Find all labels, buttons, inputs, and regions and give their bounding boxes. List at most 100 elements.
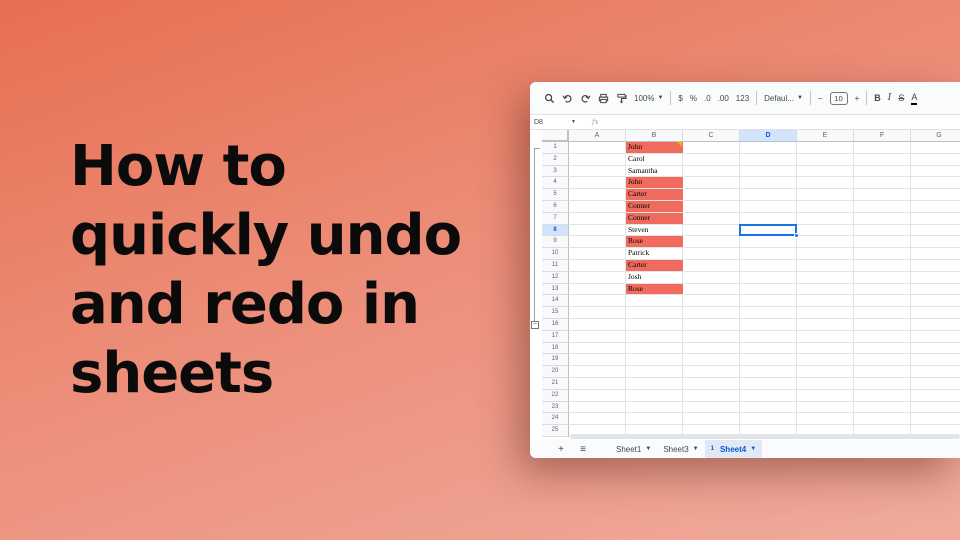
column-header-a[interactable]: A [569,130,626,142]
headline-line-3: and redo in [70,272,420,337]
row-header[interactable]: 9 [542,236,569,249]
strikethrough-button[interactable]: S [898,89,904,107]
row-header[interactable]: 23 [542,401,569,414]
font-size-increase-button[interactable]: + [855,89,860,107]
grid-line [569,306,960,308]
cell-b3[interactable]: Samantha [626,166,683,177]
grid-line [569,341,960,343]
cell-b12[interactable]: Josh [626,272,683,283]
row-header[interactable]: 4 [542,177,569,190]
cell-b8[interactable]: Steven [626,225,683,236]
row-header[interactable]: 13 [542,283,569,296]
row-header[interactable]: 25 [542,425,569,437]
row-header[interactable]: 17 [542,330,569,343]
grid-line [796,142,797,437]
grid-line [910,142,911,437]
column-header-e[interactable]: E [797,130,854,142]
collapse-group-button[interactable]: − [531,321,539,329]
redo-icon[interactable] [580,89,591,107]
cell-b6[interactable]: Conner [626,201,683,212]
cell-b13[interactable]: Rose [626,283,683,295]
increase-decimal-button[interactable]: .00 [718,89,729,107]
grid-line [569,377,960,378]
row-header[interactable]: 5 [542,189,569,201]
name-box[interactable]: D8 ▼ [530,119,582,126]
cell-b9[interactable]: Rose [626,236,683,248]
cell-b10[interactable]: Patrick [626,248,683,259]
sheet-badge: 1 [710,446,714,452]
toolbar-divider [756,91,758,105]
row-header[interactable]: 20 [542,366,569,378]
add-sheet-button[interactable]: + [550,444,572,455]
sheet-tab-sheet1[interactable]: Sheet1 ▼ [610,440,657,458]
grid-line [853,142,854,437]
cell-b1[interactable]: John [626,142,683,153]
italic-button[interactable]: I [888,89,892,107]
column-header-g[interactable]: G [911,130,960,142]
column-header-b[interactable]: B [626,130,683,142]
row-header[interactable]: 22 [542,389,569,402]
cell-b7[interactable]: Conner [626,212,683,224]
row-header[interactable]: 10 [542,248,569,260]
row-header[interactable]: 8 [542,224,569,237]
row-header[interactable]: 12 [542,271,569,284]
horizontal-scrollbar[interactable] [570,434,960,439]
column-header-f[interactable]: F [854,130,911,142]
all-sheets-menu-icon[interactable]: ≡ [572,444,594,455]
grid-line [569,400,960,402]
headline-line-1: How to [70,134,287,199]
row-header[interactable]: 2 [542,153,569,166]
fill-handle[interactable] [794,233,799,239]
more-formats-button[interactable]: 123 [736,89,749,107]
row-header[interactable]: 21 [542,378,569,390]
grid-line [739,142,740,437]
row-header[interactable]: 6 [542,201,569,213]
font-size-decrease-button[interactable]: − [818,89,823,107]
column-header-d[interactable]: D [740,130,797,142]
grid-line [569,388,960,390]
grid-line [569,318,960,319]
active-cell-selection[interactable] [739,223,797,237]
row-group-bracket [534,148,540,324]
column-header-c[interactable]: C [683,130,740,142]
row-header[interactable]: 1 [542,142,569,154]
toolbar-divider [670,91,672,105]
font-select[interactable]: Defaul... ▼ [764,89,803,107]
spreadsheet-screenshot: 100% ▼ $ % .0 .00 123 Defaul... ▼ − 10 + B… [530,82,960,458]
cell-b4[interactable]: John [626,177,683,189]
cell-b5[interactable]: Carter [626,189,683,200]
currency-button[interactable]: $ [678,89,682,107]
row-header[interactable]: 3 [542,165,569,178]
decrease-decimal-button[interactable]: .0 [704,89,711,107]
row-header[interactable]: 18 [542,342,569,355]
grid-line [569,329,960,331]
row-header[interactable]: 7 [542,212,569,225]
row-header[interactable]: 19 [542,354,569,367]
sheet-tab-label: Sheet4 [719,444,747,454]
text-color-button[interactable]: A [911,92,918,105]
bold-button[interactable]: B [874,89,881,107]
select-all-corner[interactable] [542,130,569,142]
percent-button[interactable]: % [690,89,697,107]
name-box-value: D8 [534,118,543,126]
row-header[interactable]: 11 [542,260,569,272]
cell-b2[interactable]: Carol [626,154,683,165]
toolbar: 100% ▼ $ % .0 .00 123 Defaul... ▼ − 10 + B… [530,82,960,114]
toolbar-divider [809,91,811,105]
cell-b11[interactable]: Carter [626,260,683,271]
headline-line-4: sheets [70,341,274,406]
search-icon[interactable] [544,89,555,107]
row-header[interactable]: 14 [542,295,569,308]
font-size-input[interactable]: 10 [829,91,848,105]
sheet-tab-label: Sheet3 [663,444,689,454]
print-icon[interactable] [598,89,609,107]
zoom-select[interactable]: 100% ▼ [634,89,663,107]
sheet-tab-sheet3[interactable]: Sheet3 ▼ [657,440,704,458]
sheet-tab-sheet4[interactable]: 1 Sheet4 ▼ [704,440,763,458]
grid-line [569,353,960,355]
undo-icon[interactable] [562,89,573,107]
paint-format-icon[interactable] [616,89,627,107]
row-header[interactable]: 24 [542,413,569,426]
row-header[interactable]: 16 [542,319,569,331]
row-header[interactable]: 15 [542,307,569,319]
